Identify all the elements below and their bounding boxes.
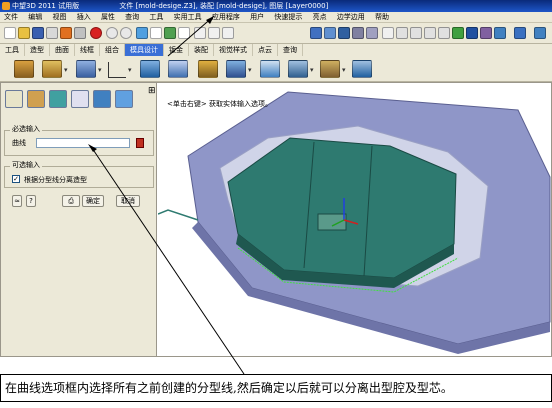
callout-arrow [88,15,245,375]
arrowhead-icon [206,16,214,24]
arrowhead-icon [88,144,97,152]
callout-line [167,15,215,57]
caption-box: 在曲线选项框内选择所有之前创建的分型线,然后确定以后就可以分离出型腔及型芯。 [0,374,552,402]
callout-line [91,147,245,375]
